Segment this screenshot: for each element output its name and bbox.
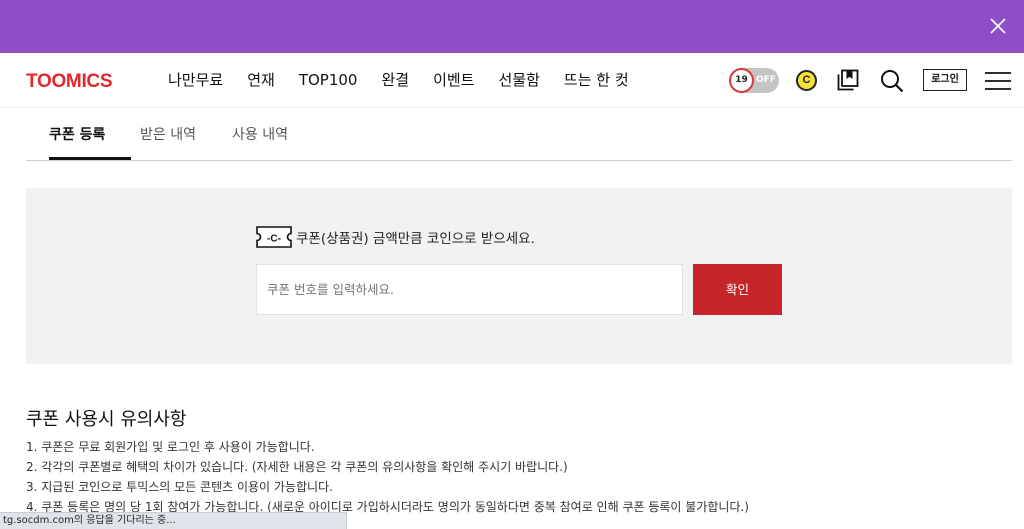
active-tab-indicator	[49, 157, 131, 160]
close-icon[interactable]	[988, 16, 1008, 36]
browser-status-bar: tg.socdm.com의 응답을 기다리는 중...	[0, 512, 347, 529]
top-banner	[0, 0, 1024, 53]
nav-item-free[interactable]: 나만무료	[168, 70, 223, 90]
ticket-glyph: -C-	[267, 234, 281, 245]
notice-item: 1. 쿠폰은 무료 회원가입 및 로그인 후 사용이 가능합니다.	[26, 440, 315, 454]
coupon-tabs: 쿠폰 등록 받은 내역 사용 내역	[26, 108, 1012, 161]
toomics-logo[interactable]: TOOMICS	[26, 71, 113, 93]
coupon-ticket-icon: -C-	[256, 226, 292, 248]
tab-usage-history[interactable]: 사용 내역	[232, 125, 288, 145]
nav-item-completed[interactable]: 완결	[381, 70, 409, 90]
notice-title: 쿠폰 사용시 유의사항	[26, 409, 187, 430]
main-nav: 나만무료 연재 TOP100 완결 이벤트 선물함 뜨는 한 컷	[168, 70, 653, 90]
notice-item: 3. 지급된 코인으로 투믹스의 모든 콘텐츠 이용이 가능합니다.	[26, 480, 333, 494]
tab-received-history[interactable]: 받은 내역	[140, 125, 196, 145]
login-button[interactable]: 로그인	[923, 69, 967, 91]
coupon-headline: -C- 쿠폰(상품권) 금액만큼 코인으로 받으세요.	[256, 226, 535, 248]
hamburger-menu-icon[interactable]	[985, 70, 1011, 92]
site-header: TOOMICS 나만무료 연재 TOP100 완결 이벤트 선물함 뜨는 한 컷…	[0, 53, 1024, 108]
nav-item-gift-box[interactable]: 선물함	[498, 70, 539, 90]
coupon-register-panel: -C- 쿠폰(상품권) 금액만큼 코인으로 받으세요. 확인	[26, 188, 1012, 364]
toggle-state-label: OFF	[756, 75, 776, 85]
tab-coupon-register[interactable]: 쿠폰 등록	[49, 125, 105, 145]
confirm-button[interactable]: 확인	[693, 264, 782, 315]
search-icon[interactable]	[880, 69, 904, 93]
coupon-number-input[interactable]	[256, 264, 683, 315]
library-icon[interactable]	[837, 69, 859, 91]
nav-item-top100[interactable]: TOP100	[299, 70, 358, 90]
age-19-badge: 19	[729, 68, 754, 93]
coin-icon[interactable]: C	[796, 70, 817, 91]
notice-item: 2. 각각의 쿠폰별로 혜택의 차이가 있습니다. (자세한 내용은 각 쿠폰의…	[26, 460, 568, 474]
nav-item-hot-cut[interactable]: 뜨는 한 컷	[564, 70, 629, 90]
adult-filter-toggle[interactable]: 19 OFF	[729, 68, 779, 93]
coupon-headline-text: 쿠폰(상품권) 금액만큼 코인으로 받으세요.	[296, 231, 535, 247]
nav-item-event[interactable]: 이벤트	[433, 70, 474, 90]
nav-item-serial[interactable]: 연재	[247, 70, 275, 90]
